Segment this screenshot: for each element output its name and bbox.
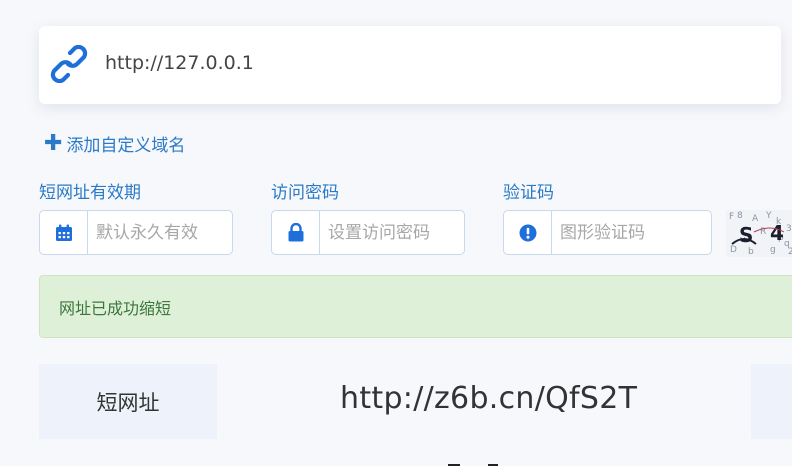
svg-text:8: 8 xyxy=(737,211,743,221)
exclamation-circle-icon xyxy=(519,224,536,241)
lock-icon-box xyxy=(272,211,320,254)
expiry-label: 短网址有效期 xyxy=(39,183,141,203)
captcha-noise-graphic: F8A k3Y Dbg qR2 vp S 4 xyxy=(729,211,792,257)
captcha-image[interactable]: F8A k3Y Dbg qR2 vp S 4 xyxy=(726,210,792,257)
password-field[interactable] xyxy=(271,210,465,255)
svg-text:S: S xyxy=(739,223,753,247)
captcha-field[interactable] xyxy=(503,210,712,255)
password-label: 访问密码 xyxy=(271,183,339,203)
svg-text:4: 4 xyxy=(770,221,784,245)
short-url-label-text: 短网址 xyxy=(96,390,160,415)
copy-button[interactable] xyxy=(751,364,792,439)
expiry-field[interactable] xyxy=(39,210,233,255)
svg-text:b: b xyxy=(748,247,754,257)
add-domain-link[interactable]: ✚ 添加自定义域名 xyxy=(44,131,185,156)
password-input[interactable] xyxy=(320,222,460,243)
link-icon xyxy=(50,45,88,83)
plus-icon: ✚ xyxy=(44,130,63,156)
svg-text:2: 2 xyxy=(788,247,792,257)
success-alert-text: 网址已成功缩短 xyxy=(59,298,172,318)
add-domain-label: 添加自定义域名 xyxy=(66,136,186,156)
short-url-value[interactable]: http://z6b.cn/QfS2T xyxy=(340,381,637,416)
calendar-icon xyxy=(55,224,72,241)
calendar-icon-box xyxy=(40,211,88,254)
url-input-value[interactable]: http://127.0.0.1 xyxy=(105,52,254,74)
svg-text:3: 3 xyxy=(786,224,792,234)
short-url-label: 短网址 xyxy=(39,364,217,439)
qr-code xyxy=(362,459,606,466)
url-input-card[interactable]: http://127.0.0.1 xyxy=(39,26,781,104)
lock-icon xyxy=(288,223,303,242)
exclamation-icon-box xyxy=(504,211,552,254)
captcha-label: 验证码 xyxy=(503,183,554,203)
captcha-input[interactable] xyxy=(552,222,692,243)
svg-text:g: g xyxy=(770,245,776,255)
svg-text:Y: Y xyxy=(765,211,772,221)
success-alert: 网址已成功缩短 xyxy=(39,275,792,338)
svg-text:F: F xyxy=(729,212,734,222)
expiry-input[interactable] xyxy=(88,222,228,243)
svg-text:D: D xyxy=(730,245,737,255)
